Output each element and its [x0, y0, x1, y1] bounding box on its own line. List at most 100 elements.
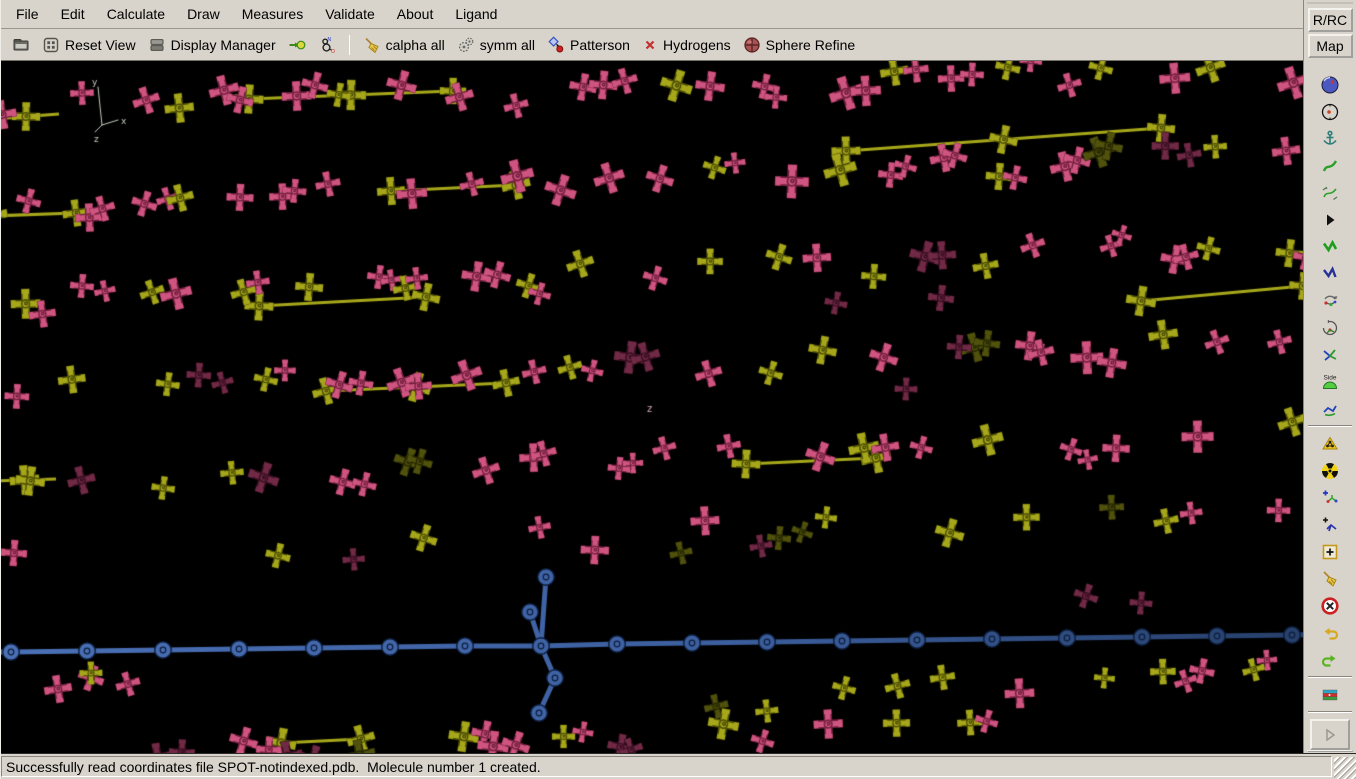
flip-sticks-icon — [1323, 348, 1337, 361]
blue-zigzag-icon — [1323, 265, 1337, 278]
run-button[interactable] — [1310, 719, 1350, 750]
menu-file[interactable]: File — [5, 1, 50, 27]
grid-icon — [43, 37, 59, 52]
go-to-ligand-button[interactable]: NO — [313, 34, 341, 56]
tools-separator — [1308, 676, 1352, 678]
tool-regularize[interactable] — [1307, 260, 1353, 287]
green-zigzag-icon — [1322, 239, 1338, 252]
tool-flag[interactable] — [1307, 681, 1353, 708]
status-message: Successfully read coordinates file SPOT-… — [1, 756, 1332, 777]
status-bar: Successfully read coordinates file SPOT-… — [1, 753, 1356, 779]
menu-validate[interactable]: Validate — [314, 1, 386, 27]
flag-icon — [1322, 689, 1338, 700]
sphere-refine-button[interactable]: Sphere Refine — [738, 34, 861, 56]
tool-expand[interactable] — [1307, 206, 1353, 233]
warning-molecule-icon — [1322, 436, 1338, 449]
menu-bar: File Edit Calculate Draw Measures Valida… — [1, 0, 1303, 29]
tool-add-terminal-residue[interactable] — [1307, 484, 1353, 511]
add-atom-icon — [1322, 544, 1338, 559]
svg-text:Side: Side — [1323, 374, 1336, 381]
tools-separator — [1308, 425, 1352, 427]
menu-measures[interactable]: Measures — [231, 1, 314, 27]
tool-delete[interactable] — [1307, 592, 1353, 619]
radiation-icon — [1322, 462, 1338, 479]
anchor-icon — [1323, 130, 1337, 145]
tool-torsion-general[interactable] — [1307, 395, 1353, 422]
tool-recentre[interactable] — [1307, 98, 1353, 125]
display-manager-button[interactable]: Display Manager — [143, 34, 281, 56]
green-ribbon-icon — [1322, 159, 1338, 172]
undo-arrow-icon — [1324, 627, 1339, 640]
tool-redo[interactable] — [1307, 646, 1353, 673]
svg-text:O: O — [331, 49, 335, 54]
symm-all-button[interactable]: symm all — [452, 34, 540, 56]
patterson-button[interactable]: Patterson — [542, 34, 635, 56]
rotate-arc-icon — [1322, 319, 1338, 335]
folder-icon — [13, 38, 29, 50]
patterson-label: Patterson — [570, 36, 630, 53]
tool-rotate-translate[interactable] — [1307, 287, 1353, 314]
tool-clear-pending[interactable] — [1307, 565, 1353, 592]
tool-auto-fit-rotamer[interactable] — [1307, 314, 1353, 341]
tool-undo[interactable] — [1307, 619, 1353, 646]
tool-ribbon[interactable] — [1307, 152, 1353, 179]
menu-calculate[interactable]: Calculate — [96, 1, 176, 27]
tool-side-chain-180[interactable]: Side — [1307, 368, 1353, 395]
red-x-icon — [645, 40, 655, 49]
molecular-viewport-canvas[interactable] — [1, 61, 1303, 753]
tool-mutate-autofit[interactable] — [1307, 457, 1353, 484]
sphere-crosshair-icon — [744, 36, 760, 53]
right-toolbar: R/RC Map Side — [1303, 0, 1356, 753]
layers-icon — [150, 38, 164, 51]
menu-draw[interactable]: Draw — [176, 1, 231, 27]
diamond-dot-icon — [548, 35, 564, 52]
menu-about[interactable]: About — [386, 1, 445, 27]
hydrogens-label: Hydrogens — [662, 36, 731, 53]
sidebar-bottom-strip — [1307, 750, 1353, 752]
tool-add-atom[interactable] — [1307, 538, 1353, 565]
molecule-icon: NO — [321, 36, 335, 54]
tools-separator — [1308, 711, 1352, 713]
no-entry-icon — [1321, 596, 1339, 615]
gears-icon — [458, 37, 474, 52]
symm-all-label: symm all — [479, 36, 536, 53]
open-coordinates-button[interactable] — [7, 34, 35, 56]
rotamer-arc-icon — [1324, 295, 1338, 306]
tool-real-space-refine[interactable] — [1307, 233, 1353, 260]
hydrogens-button[interactable]: Hydrogens — [637, 35, 736, 55]
main-toolbar: Reset View Display Manager NO calpha all — [1, 29, 1303, 61]
play-icon — [1326, 728, 1336, 741]
broom-icon — [365, 37, 379, 53]
tool-mutate[interactable] — [1307, 430, 1353, 457]
redo-arrow-icon — [1321, 654, 1336, 667]
calpha-all-button[interactable]: calpha all — [358, 34, 450, 56]
map-button[interactable]: Map — [1307, 34, 1353, 58]
small-arrow-right-icon — [1327, 214, 1335, 225]
tool-anchor[interactable] — [1307, 125, 1353, 152]
tool-ribbon-morph[interactable] — [1307, 179, 1353, 206]
toolbar-separator — [348, 34, 350, 55]
add-terminal-icon — [1323, 490, 1338, 503]
target-icon — [1321, 103, 1339, 120]
side-hemisphere-icon: Side — [1322, 374, 1338, 389]
svg-text:N: N — [327, 36, 331, 42]
arrow-ball-icon — [289, 40, 306, 49]
reset-view-label: Reset View — [65, 36, 136, 53]
rc-button[interactable]: R/RC — [1307, 8, 1353, 32]
blue-globe-icon — [1321, 76, 1339, 93]
tool-sphere-view[interactable] — [1307, 71, 1353, 98]
torsion-sticks-icon — [1323, 405, 1337, 416]
go-to-atom-button[interactable] — [283, 34, 311, 56]
coot-window: File Edit Calculate Draw Measures Valida… — [0, 0, 1356, 779]
tool-add-alt-conf[interactable] — [1307, 511, 1353, 538]
reset-view-button[interactable]: Reset View — [37, 34, 141, 56]
broom-icon — [1323, 570, 1337, 587]
sphere-refine-label: Sphere Refine — [765, 36, 856, 53]
menu-ligand[interactable]: Ligand — [444, 1, 508, 27]
tool-flip-sidechain[interactable] — [1307, 341, 1353, 368]
toolbar-drag-handle[interactable] — [1307, 2, 1353, 4]
resize-grip[interactable] — [1334, 757, 1356, 779]
menu-edit[interactable]: Edit — [50, 1, 96, 27]
display-manager-label: Display Manager — [170, 36, 276, 53]
add-alt-conf-icon — [1323, 517, 1337, 531]
